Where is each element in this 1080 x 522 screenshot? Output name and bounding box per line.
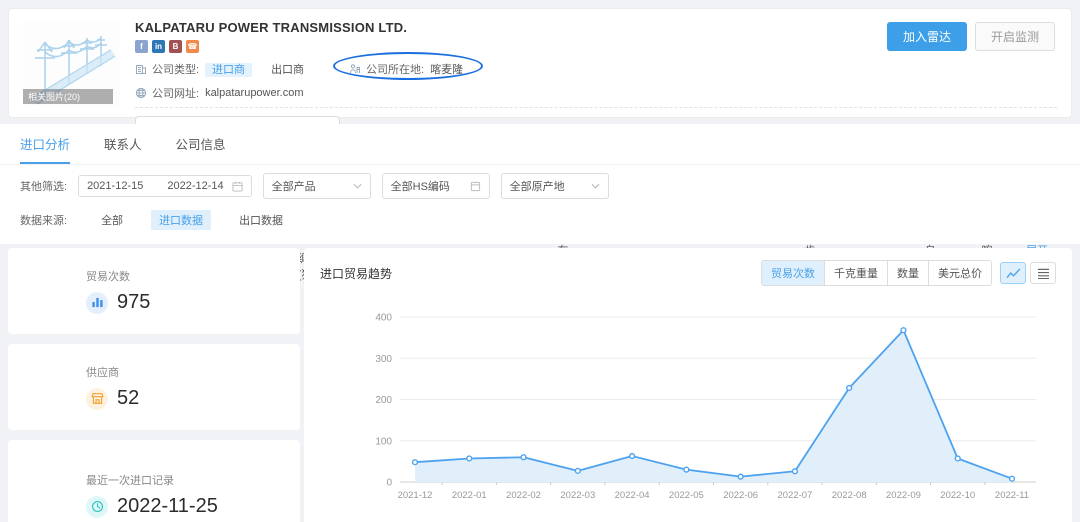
svg-text:2022-01: 2022-01 [452,490,487,501]
website-value[interactable]: kalpatarupower.com [205,87,303,99]
svg-text:400: 400 [375,313,392,324]
chevron-down-icon [353,183,362,189]
stats-column: 贸易次数 975 供应商 52 最近一次进口记录 2022-11-25 [8,248,300,522]
metric-toggle-group: 贸易次数千克重量数量美元总价 [761,260,992,286]
company-type-label: 公司类型: [152,61,199,77]
svg-text:2022-04: 2022-04 [615,490,650,501]
svg-text:200: 200 [375,395,392,406]
svg-text:300: 300 [375,354,392,365]
stat-label: 最近一次进口记录 [86,472,300,488]
source-option[interactable]: 出口数据 [231,210,291,230]
stat-card: 最近一次进口记录 2022-11-25 [8,440,300,522]
location-group: 公司所在地: 喀麦隆 [349,59,463,79]
date-end: 2022-12-14 [167,180,223,192]
hs-code-select[interactable]: 全部HS编码 [382,173,490,199]
stat-card: 供应商 52 [8,344,300,430]
chevron-down-icon [591,183,600,189]
blog-icon[interactable]: B [169,40,182,53]
analysis-band: 进口分析 联系人 公司信息 其他筛选: 2021-12-15 2022-12-14 … [0,124,1080,244]
svg-text:2022-06: 2022-06 [723,490,758,501]
line-chart-icon[interactable] [1000,262,1026,284]
location-label: 公司所在地: [366,61,424,77]
metric-button[interactable]: 贸易次数 [762,261,824,285]
svg-text:100: 100 [375,436,392,447]
view-toggle-group [1000,262,1056,284]
svg-text:2022-11: 2022-11 [995,490,1029,501]
tab-联系人[interactable]: 联系人 [104,134,142,164]
stat-value: 975 [117,291,150,314]
date-range-picker[interactable]: 2021-12-15 2022-12-14 [78,175,252,197]
company-type-tag[interactable]: 进口商 [205,63,252,77]
svg-text:2022-07: 2022-07 [777,490,812,501]
metric-button[interactable]: 数量 [887,261,928,285]
other-filter-label: 其他筛选: [20,178,67,194]
divider [135,107,1057,108]
add-to-radar-button[interactable]: 加入雷达 [887,22,967,51]
company-type-row: 公司类型: 进口商出口商 公司所在地: 喀麦隆 [135,59,1057,79]
stat-value: 52 [117,387,139,410]
location-icon [349,63,361,75]
panel-icon [470,181,481,192]
stat-card: 贸易次数 975 [8,248,300,334]
chart-title: 进口贸易趋势 [320,265,392,282]
svg-text:2022-05: 2022-05 [669,490,704,501]
stat-value: 2022-11-25 [117,495,218,518]
stat-value-row: 52 [86,387,300,410]
table-icon[interactable] [1030,262,1056,284]
svg-text:2022-08: 2022-08 [832,490,867,501]
shop-icon [86,388,108,410]
bar-chart-icon [86,292,108,314]
data-source-options: 全部进口数据出口数据 [93,210,291,230]
product-value: 全部产品 [272,178,316,194]
chart-header: 进口贸易趋势 贸易次数千克重量数量美元总价 [320,260,1056,286]
source-option[interactable]: 全部 [93,210,131,230]
company-type-tag[interactable]: 出口商 [264,63,311,77]
header-actions: 加入雷达开启监测 [887,22,1055,51]
company-header-card: 相关图片(20) KALPATARU POWER TRANSMISSION LT… [8,8,1072,118]
phone-icon[interactable]: ☎ [186,40,199,53]
clock-icon [86,496,108,518]
source-option[interactable]: 进口数据 [151,210,211,230]
svg-text:2022-02: 2022-02 [506,490,541,501]
tab-公司信息[interactable]: 公司信息 [176,134,226,164]
start-monitor-button[interactable]: 开启监测 [975,22,1055,51]
svg-text:0: 0 [386,478,392,489]
svg-text:2022-10: 2022-10 [940,490,975,501]
svg-text:2021-12: 2021-12 [398,490,433,501]
company-image[interactable]: 相关图片(20) [23,20,119,106]
origin-value: 全部原产地 [510,178,565,194]
origin-select[interactable]: 全部原产地 [501,173,609,199]
globe-icon [135,87,147,99]
svg-text:2022-09: 2022-09 [886,490,921,501]
svg-text:2022-03: 2022-03 [560,490,595,501]
data-source-label: 数据来源: [20,212,67,228]
calendar-icon [232,181,243,192]
product-select[interactable]: 全部产品 [263,173,371,199]
metric-button[interactable]: 美元总价 [928,261,991,285]
date-start: 2021-12-15 [87,180,143,192]
linkedin-icon[interactable]: in [152,40,165,53]
location-value: 喀麦隆 [430,61,463,77]
stat-label: 贸易次数 [86,268,300,284]
trend-line-chart[interactable]: 0 100 200 300 400 2021-12 2022-01 2022-02 2022-0… [320,294,1058,522]
company-type-tags: 进口商出口商 [205,61,323,77]
website-label: 公司网址: [152,85,199,101]
stat-label: 供应商 [86,364,300,380]
tabs-row: 进口分析 联系人 公司信息 [0,124,1080,165]
related-images-label[interactable]: 相关图片(20) [23,89,113,104]
tab-进口分析[interactable]: 进口分析 [20,134,70,164]
filters-row: 其他筛选: 2021-12-15 2022-12-14 全部产品 全部HS编码 … [0,165,1080,205]
metric-button[interactable]: 千克重量 [824,261,887,285]
chart-controls: 贸易次数千克重量数量美元总价 [761,260,1056,286]
stat-value-row: 975 [86,291,300,314]
stat-value-row: 2022-11-25 [86,495,300,518]
data-source-row: 数据来源: 全部进口数据出口数据 [0,205,1080,235]
facebook-icon[interactable]: f [135,40,148,53]
building-icon [135,63,147,75]
hs-code-value: 全部HS编码 [391,178,450,194]
website-row: 公司网址: kalpatarupower.com [135,85,1057,101]
trend-chart-card: 进口贸易趋势 贸易次数千克重量数量美元总价 0 100 200 300 400 2021-… [304,248,1072,522]
